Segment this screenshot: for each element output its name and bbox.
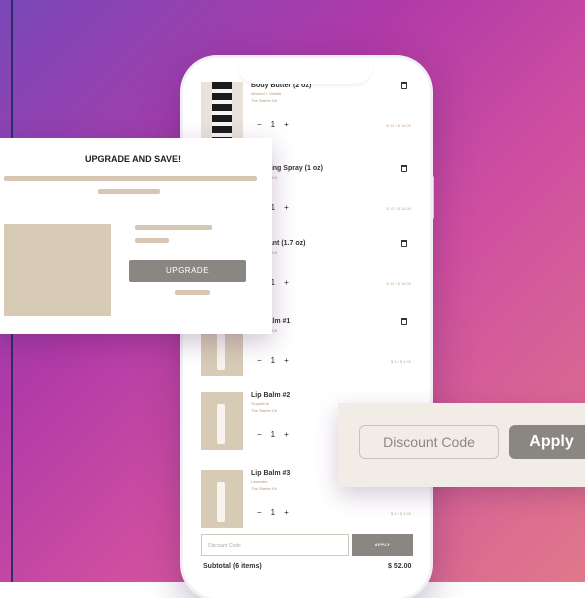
discount-row: Discount Code APPLY (201, 534, 413, 556)
quantity-stepper[interactable]: −1+ (257, 356, 298, 365)
product-kit: The Starter Kit (251, 98, 277, 103)
placeholder-bar (4, 176, 257, 181)
apply-button[interactable]: APPLY (352, 534, 413, 556)
placeholder-bar (135, 238, 169, 243)
upgrade-card: UPGRADE AND SAVE! UPGRADE (0, 138, 272, 334)
upgrade-title: UPGRADE AND SAVE! (84, 154, 181, 164)
placeholder-bar (135, 225, 212, 230)
trash-icon[interactable] (401, 240, 407, 247)
trash-icon[interactable] (401, 82, 407, 89)
product-image (201, 392, 243, 450)
quantity-stepper[interactable]: −1+ (257, 120, 298, 129)
product-name: Lip Balm #2 (251, 392, 291, 399)
discount-card: Discount Code Apply (338, 403, 585, 487)
product-variant: Grapefruit (251, 401, 269, 406)
product-price: $ 12 / $ 16.00 (386, 281, 411, 286)
subtotal-label: Subtotal (6 items) (203, 563, 262, 570)
trash-icon[interactable] (401, 318, 407, 325)
product-name: Lip Balm #3 (251, 470, 291, 477)
upgrade-button[interactable]: UPGRADE (129, 260, 246, 282)
product-image (201, 470, 243, 528)
placeholder-bar (98, 189, 160, 194)
product-variant: Almond + Vanilla (251, 91, 281, 96)
product-price: $ 3 / $ 4.00 (390, 359, 411, 364)
product-kit: The Starter Kit (251, 408, 277, 413)
quantity-stepper[interactable]: −1+ (257, 430, 298, 439)
placeholder-bar (175, 290, 210, 295)
product-price: $ 3 / $ 4.00 (390, 511, 411, 516)
quantity-stepper[interactable]: −1+ (257, 508, 298, 517)
phone-side-button (430, 175, 434, 220)
discount-code-input[interactable]: Discount Code (201, 534, 349, 556)
product-price: $ 12 / $ 16.00 (386, 123, 411, 128)
product-image-placeholder (4, 224, 111, 316)
product-variant: Lavender (251, 479, 268, 484)
subtotal-value: $ 52.00 (388, 563, 412, 570)
apply-button-large[interactable]: Apply (509, 425, 585, 459)
product-kit: The Starter Kit (251, 486, 277, 491)
discount-code-field[interactable]: Discount Code (359, 425, 499, 459)
product-image (201, 82, 243, 140)
trash-icon[interactable] (401, 165, 407, 172)
product-price: $ 12 / $ 16.00 (386, 206, 411, 211)
phone-notch (238, 58, 373, 84)
